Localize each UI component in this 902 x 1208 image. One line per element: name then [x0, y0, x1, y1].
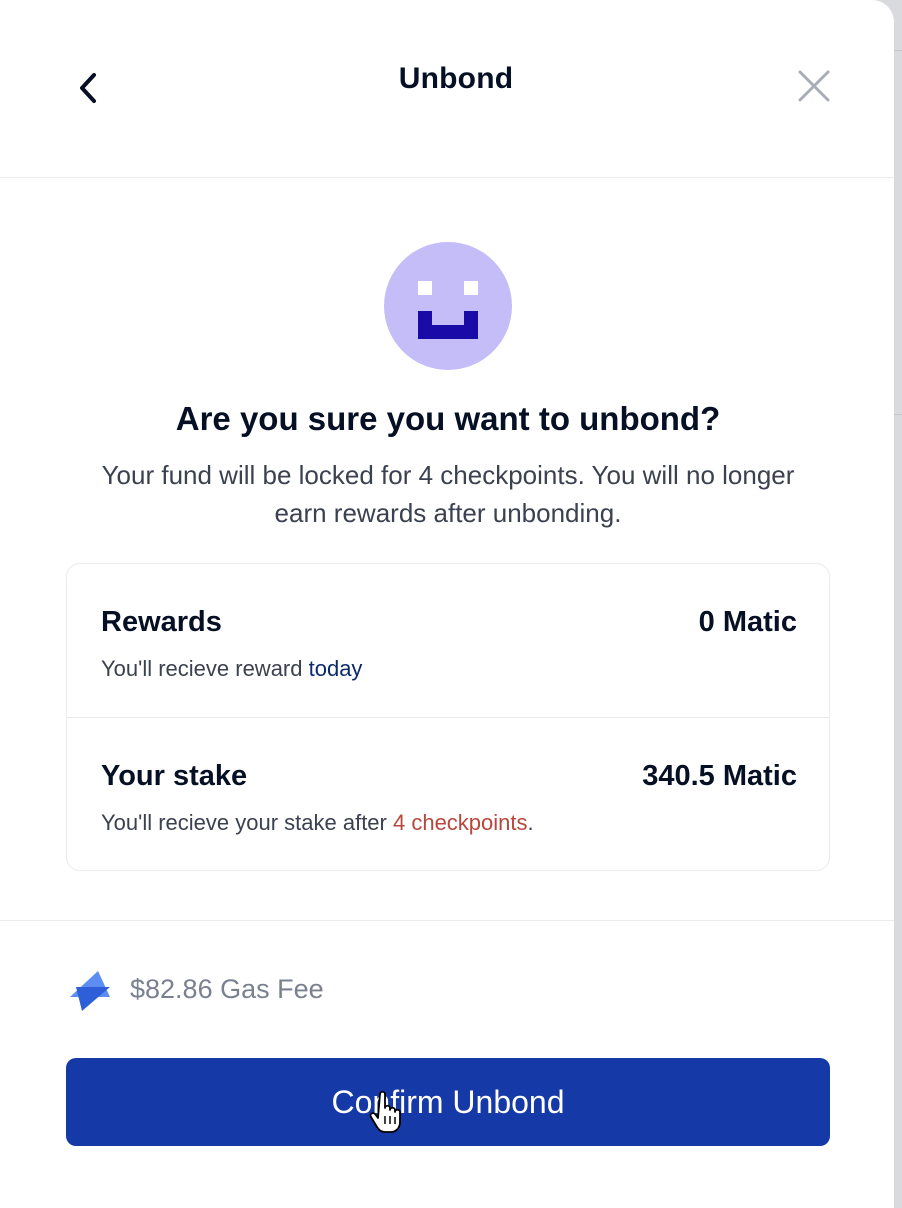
- page-title: Unbond: [398, 62, 514, 95]
- confirm-heading: Are you sure you want to unbond?: [175, 400, 721, 437]
- stake-note: You'll recieve your stake after 4 checkp…: [101, 810, 534, 836]
- stake-note-suffix: .: [527, 810, 534, 835]
- stake-note-text: You'll recieve your stake after: [101, 810, 393, 835]
- pixel-smiley-avatar-icon: [418, 281, 478, 339]
- close-icon: [798, 70, 830, 102]
- lightning-icon: [70, 971, 110, 1011]
- rewards-note-text: You'll recieve reward: [101, 656, 309, 681]
- rewards-value: 0 Matic: [698, 606, 797, 638]
- stake-note-highlight: 4 checkpoints: [392, 810, 528, 835]
- unbond-summary-card: Rewards 0 Matic You'll recieve reward to…: [66, 563, 830, 871]
- modal-header: Unbond: [0, 0, 894, 178]
- unbond-modal: Unbond Are you sure you want to unbond? …: [0, 0, 894, 1208]
- rewards-label: Rewards: [101, 606, 222, 638]
- footer-divider: [0, 920, 894, 921]
- confirm-unbond-button[interactable]: Confirm Unbond: [66, 1058, 830, 1146]
- close-button[interactable]: [794, 66, 834, 106]
- avatar: [384, 242, 512, 370]
- gas-fee: $82.86 Gas Fee: [130, 974, 324, 1004]
- rewards-note-highlight: today: [308, 656, 363, 681]
- backdrop-line: [893, 414, 902, 415]
- stake-row: Your stake 340.5 Matic You'll recieve yo…: [67, 717, 829, 870]
- rewards-row: Rewards 0 Matic You'll recieve reward to…: [67, 564, 829, 717]
- stake-value: 340.5 Matic: [642, 760, 797, 792]
- rewards-note: You'll recieve reward today: [101, 656, 362, 682]
- backdrop-line: [893, 50, 902, 51]
- stake-label: Your stake: [101, 760, 248, 792]
- confirm-description: Your fund will be locked for 4 checkpoin…: [101, 460, 795, 528]
